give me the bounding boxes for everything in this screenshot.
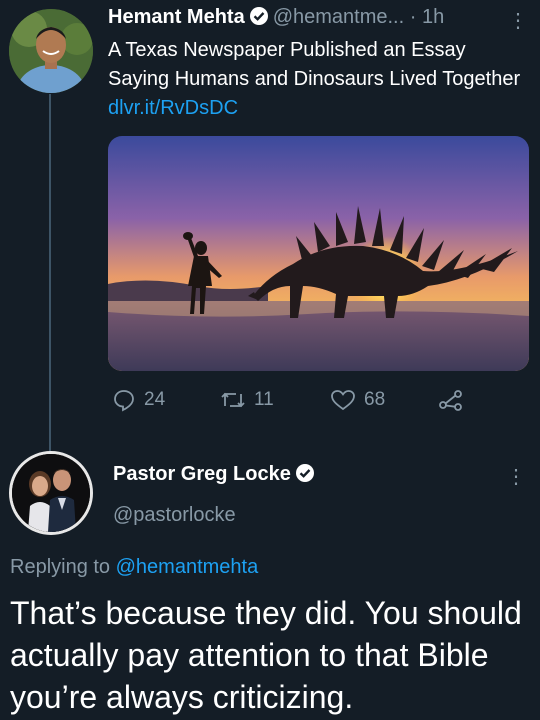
- reply-icon: [112, 388, 136, 412]
- replying-prefix: Replying to: [10, 556, 111, 578]
- retweet-icon: [220, 388, 246, 412]
- retweet-button[interactable]: 11: [220, 388, 274, 412]
- tweet-header: Hemant Mehta @hemantme... · 1h: [108, 6, 528, 36]
- tweet-text: A Texas Newspaper Published an Essay Say…: [108, 36, 528, 123]
- more-options-icon[interactable]: ⋮: [506, 464, 526, 489]
- reply-button[interactable]: 24: [112, 388, 165, 412]
- verified-badge-icon: [249, 6, 269, 32]
- tweet-media-image[interactable]: [108, 136, 529, 371]
- reply-author-handle[interactable]: @pastorlocke: [113, 504, 236, 527]
- author-name[interactable]: Hemant Mehta: [108, 6, 245, 28]
- tweet-link[interactable]: dlvr.it/RvDsDC: [108, 97, 238, 119]
- like-button[interactable]: 68: [330, 388, 385, 412]
- tweet-actions: 24 11 68: [108, 388, 528, 420]
- more-options-icon[interactable]: ⋮: [508, 8, 528, 33]
- reply-count: 24: [144, 389, 166, 410]
- reply-author-name-text[interactable]: Pastor Greg Locke: [113, 463, 291, 485]
- like-count: 68: [364, 389, 386, 410]
- replying-to-handle[interactable]: @hemantmehta: [116, 556, 259, 578]
- share-icon: [438, 388, 464, 412]
- avatar-hemant-mehta[interactable]: [9, 9, 93, 93]
- thread-line: [49, 94, 51, 454]
- heart-icon: [330, 388, 356, 412]
- reply-tweet-text: That’s because they did. You should actu…: [10, 595, 522, 715]
- avatar-pastor-greg-locke[interactable]: [9, 451, 93, 535]
- tweet-body: A Texas Newspaper Published an Essay Say…: [108, 39, 521, 90]
- retweet-count: 11: [254, 389, 274, 410]
- replying-to-line: Replying to @hemantmehta: [10, 556, 258, 579]
- reply-author-name[interactable]: Pastor Greg Locke: [113, 463, 319, 489]
- share-button[interactable]: [438, 388, 464, 412]
- tweet-time[interactable]: · 1h: [410, 6, 444, 28]
- verified-badge-icon: [295, 463, 315, 489]
- author-handle[interactable]: @hemantme...: [273, 6, 404, 28]
